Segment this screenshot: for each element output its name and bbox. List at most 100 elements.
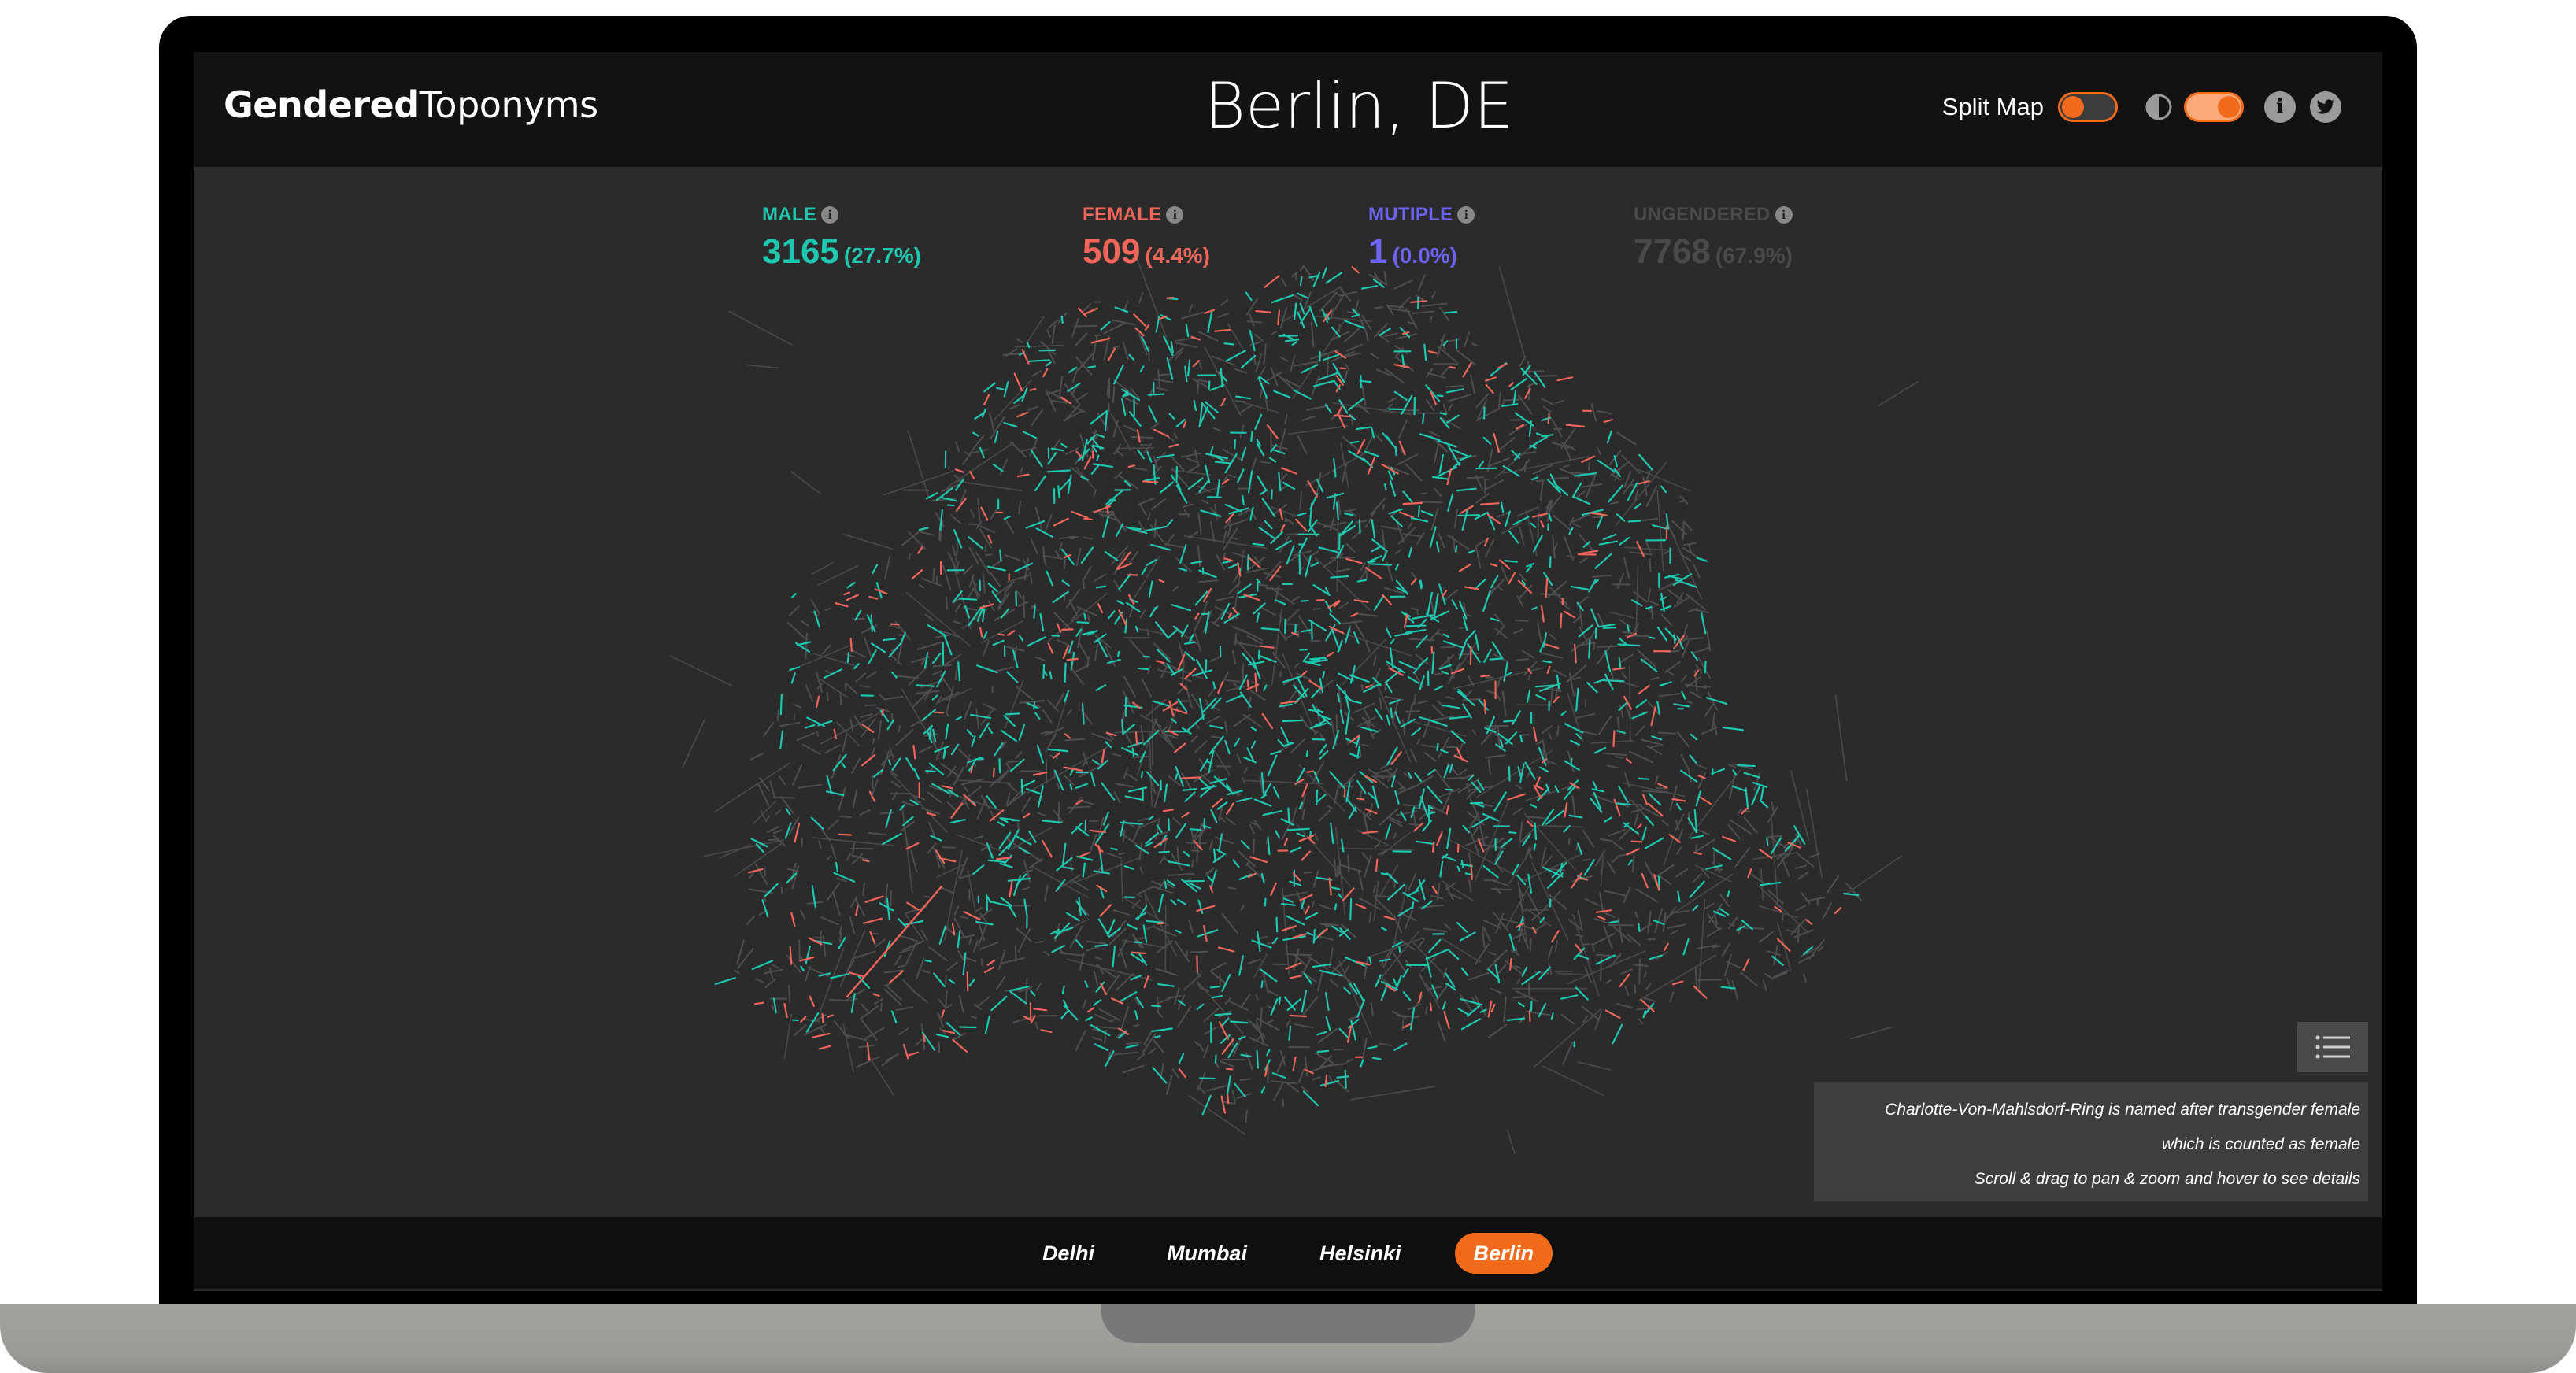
street-segment[interactable] [1360, 683, 1364, 691]
street-segment[interactable] [772, 829, 783, 835]
street-segment-male[interactable] [983, 382, 996, 393]
street-segment-female[interactable] [1184, 668, 1197, 680]
street-segment-female[interactable] [1545, 578, 1549, 598]
street-segment-male[interactable] [1160, 481, 1174, 494]
street-segment-male[interactable] [1451, 599, 1458, 610]
street-segment[interactable] [1345, 1058, 1353, 1063]
street-segment[interactable] [1199, 362, 1203, 370]
street-segment[interactable] [1621, 672, 1627, 679]
street-segment-male[interactable] [1416, 840, 1435, 846]
street-segment[interactable] [1290, 738, 1305, 753]
street-segment[interactable] [1611, 840, 1624, 851]
street-segment[interactable] [1168, 775, 1182, 786]
street-segment[interactable] [1368, 720, 1371, 727]
street-segment[interactable] [1010, 441, 1027, 458]
street-segment-male[interactable] [1534, 371, 1546, 388]
street-segment[interactable] [1171, 586, 1179, 592]
street-segment-female[interactable] [815, 695, 820, 709]
street-segment-male[interactable] [1104, 409, 1108, 431]
street-segment-male[interactable] [1586, 682, 1598, 694]
street-segment[interactable] [1321, 1062, 1348, 1068]
street-segment-female[interactable] [1042, 368, 1049, 378]
street-segment-male[interactable] [1360, 1059, 1364, 1068]
street-segment[interactable] [796, 732, 816, 742]
street-segment[interactable] [1147, 513, 1151, 520]
city-button-mumbai[interactable]: Mumbai [1148, 1233, 1266, 1274]
street-segment[interactable] [1393, 915, 1403, 934]
street-segment[interactable] [1234, 400, 1246, 403]
street-segment-male[interactable] [1344, 1069, 1347, 1089]
info-icon[interactable]: i [2264, 91, 2296, 123]
street-segment[interactable] [1222, 531, 1227, 544]
street-segment[interactable] [1623, 772, 1630, 788]
street-segment[interactable] [1676, 846, 1682, 855]
street-segment-male[interactable] [1414, 772, 1423, 783]
street-segment-male[interactable] [1201, 1094, 1212, 1116]
street-segment[interactable] [826, 883, 840, 901]
street-segment[interactable] [1282, 1098, 1285, 1107]
street-segment[interactable] [1634, 911, 1638, 919]
street-segment-male[interactable] [995, 387, 1005, 390]
street-segment[interactable] [851, 757, 861, 774]
street-segment-male[interactable] [1100, 321, 1111, 331]
street-segment[interactable] [1624, 546, 1667, 551]
street-segment[interactable] [1225, 816, 1236, 826]
street-segment-male[interactable] [1180, 624, 1189, 638]
street-segment-male[interactable] [1008, 905, 1017, 918]
street-segment-male[interactable] [1282, 719, 1304, 723]
street-segment-male[interactable] [1249, 329, 1256, 352]
street-segment[interactable] [1316, 521, 1338, 531]
street-segment-male[interactable] [1575, 687, 1579, 712]
street-segment-female[interactable] [1565, 424, 1586, 427]
street-segment[interactable] [1118, 852, 1125, 856]
street-segment-male[interactable] [1577, 842, 1583, 855]
street-segment-female[interactable] [1064, 733, 1071, 739]
street-segment-female[interactable] [863, 917, 883, 924]
street-segment[interactable] [1526, 382, 1536, 388]
street-segment[interactable] [982, 640, 990, 657]
street-segment[interactable] [1472, 827, 1479, 836]
street-segment-male[interactable] [1101, 782, 1116, 801]
street-segment[interactable] [1295, 823, 1351, 886]
street-segment[interactable] [1254, 333, 1264, 342]
street-segment[interactable] [1430, 894, 1444, 900]
street-segment-male[interactable] [1214, 1012, 1232, 1016]
street-segment-male[interactable] [1601, 679, 1625, 683]
street-segment-male[interactable] [1760, 786, 1765, 801]
street-segment-male[interactable] [1535, 694, 1546, 701]
street-segment[interactable] [1695, 763, 1708, 770]
street-segment[interactable] [1068, 599, 1078, 616]
street-segment-male[interactable] [1368, 956, 1372, 964]
street-segment-male[interactable] [1474, 579, 1486, 590]
street-segment[interactable] [1466, 476, 1485, 479]
street-segment[interactable] [1120, 860, 1123, 903]
street-segment[interactable] [990, 572, 1001, 587]
street-segment[interactable] [1486, 957, 1501, 971]
street-segment-male[interactable] [1293, 302, 1297, 321]
street-segment-male[interactable] [1560, 994, 1579, 1000]
street-segment-male[interactable] [1175, 929, 1182, 934]
street-segment[interactable] [968, 937, 972, 946]
street-segment-female[interactable] [1342, 887, 1355, 901]
street-segment[interactable] [1549, 587, 1568, 605]
street-segment-male[interactable] [1443, 764, 1449, 779]
street-segment-female[interactable] [1328, 877, 1332, 896]
street-segment-male[interactable] [1128, 353, 1135, 361]
street-segment-female[interactable] [1016, 411, 1029, 418]
street-segment[interactable] [826, 691, 829, 701]
street-segment[interactable] [1693, 564, 1701, 579]
street-segment[interactable] [752, 800, 777, 825]
street-segment[interactable] [1560, 427, 1576, 449]
street-segment[interactable] [1679, 553, 1692, 562]
street-segment[interactable] [1314, 833, 1319, 841]
street-segment-male[interactable] [1233, 738, 1241, 747]
street-segment-male[interactable] [1193, 399, 1197, 412]
street-segment[interactable] [1575, 843, 1579, 851]
street-segment-male[interactable] [1220, 368, 1223, 388]
street-segment[interactable] [750, 752, 764, 761]
street-segment[interactable] [1247, 320, 1263, 324]
info-icon[interactable]: i [1775, 206, 1793, 224]
street-segment-female[interactable] [855, 905, 859, 916]
street-segment[interactable] [1334, 784, 1339, 805]
street-segment[interactable] [1384, 368, 1405, 384]
